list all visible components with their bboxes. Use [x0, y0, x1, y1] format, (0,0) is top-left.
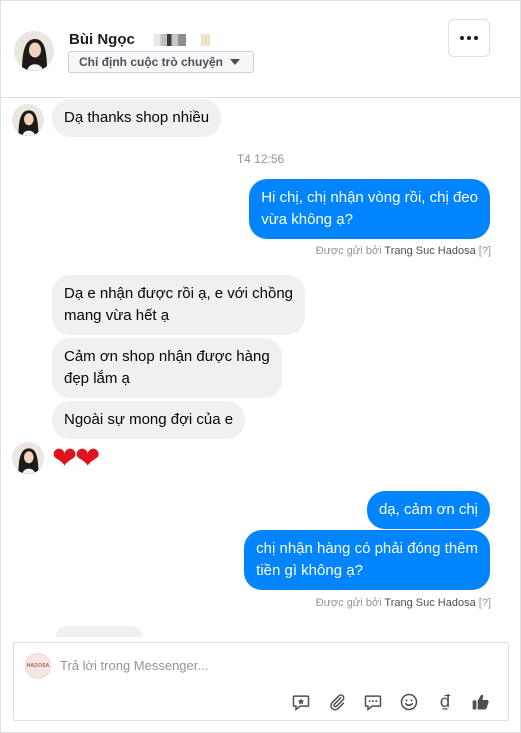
incoming-message: Cảm ơn shop nhận được hàng đẹp lắm ạ	[52, 338, 282, 398]
message-timestamp: T4 12:56	[236, 152, 285, 166]
incoming-message: Dạ e nhận được rồi ạ, e với chồng mang vừ…	[52, 275, 306, 335]
redacted-text	[154, 34, 186, 46]
page-logo: HADOSA	[25, 653, 51, 679]
redacted-text-2	[201, 34, 210, 46]
outgoing-message: dạ, cảm ơn chị	[366, 491, 490, 529]
saved-reply-icon	[292, 695, 310, 712]
contact-avatar-small	[12, 442, 44, 474]
hearts-emoji-message: ❤❤	[52, 442, 100, 475]
chevron-down-icon	[230, 59, 241, 65]
payment-button[interactable]: ₫	[433, 690, 457, 714]
incoming-message: Ngoài sự mong đợi của e	[52, 401, 246, 439]
contact-name[interactable]: Bùi Ngọc	[69, 31, 135, 48]
help-link[interactable]: [?]	[479, 597, 491, 609]
thumbs-up-icon	[472, 694, 489, 710]
sent-by-label: Được gửi bởi Trang Suc Hadosa [?]	[315, 245, 491, 257]
attach-icon	[330, 694, 345, 711]
assign-conversation-button[interactable]: Chỉ định cuộc trò chuyện	[68, 51, 254, 73]
chat-button[interactable]	[361, 690, 385, 714]
sender-page-link[interactable]: Trang Suc Hadosa	[384, 597, 475, 609]
avatar-photo	[14, 31, 54, 71]
more-options-button[interactable]	[448, 19, 490, 57]
outgoing-message: Hi chị, chị nhận vòng rồi, chị đeo vừa kh…	[249, 179, 490, 239]
attach-file-button[interactable]	[325, 690, 349, 714]
sender-page-link[interactable]: Trang Suc Hadosa	[384, 245, 475, 257]
emoji-button[interactable]	[397, 690, 421, 714]
messenger-panel: Bùi Ngọc Chỉ định cuộc trò chuyện Dạ tha…	[0, 0, 521, 733]
reply-composer: HADOSA ₫	[13, 642, 509, 721]
contact-avatar-small	[12, 104, 44, 136]
outgoing-message: chị nhận hàng có phải đóng thêm tiền gì k…	[244, 530, 490, 590]
conversation-header: Bùi Ngọc Chỉ định cuộc trò chuyện	[1, 1, 520, 98]
currency-icon: ₫	[439, 692, 451, 712]
help-link[interactable]: [?]	[479, 245, 491, 257]
sent-by-label: Được gửi bởi Trang Suc Hadosa [?]	[315, 597, 491, 609]
saved-reply-button[interactable]	[289, 690, 313, 714]
message-list[interactable]: Dạ thanks shop nhiều T4 12:56 Hi chị, ch…	[1, 99, 520, 637]
chat-icon	[364, 695, 382, 712]
like-button[interactable]	[469, 690, 493, 714]
composer-toolbar: ₫	[14, 690, 510, 714]
more-icon	[460, 36, 478, 40]
partial-message-bubble	[56, 626, 142, 637]
assign-conversation-label: Chỉ định cuộc trò chuyện	[79, 55, 224, 69]
contact-avatar[interactable]	[14, 31, 54, 71]
reply-input[interactable]	[60, 655, 460, 675]
emoji-icon	[400, 693, 418, 711]
incoming-message: Dạ thanks shop nhiều	[52, 99, 222, 137]
